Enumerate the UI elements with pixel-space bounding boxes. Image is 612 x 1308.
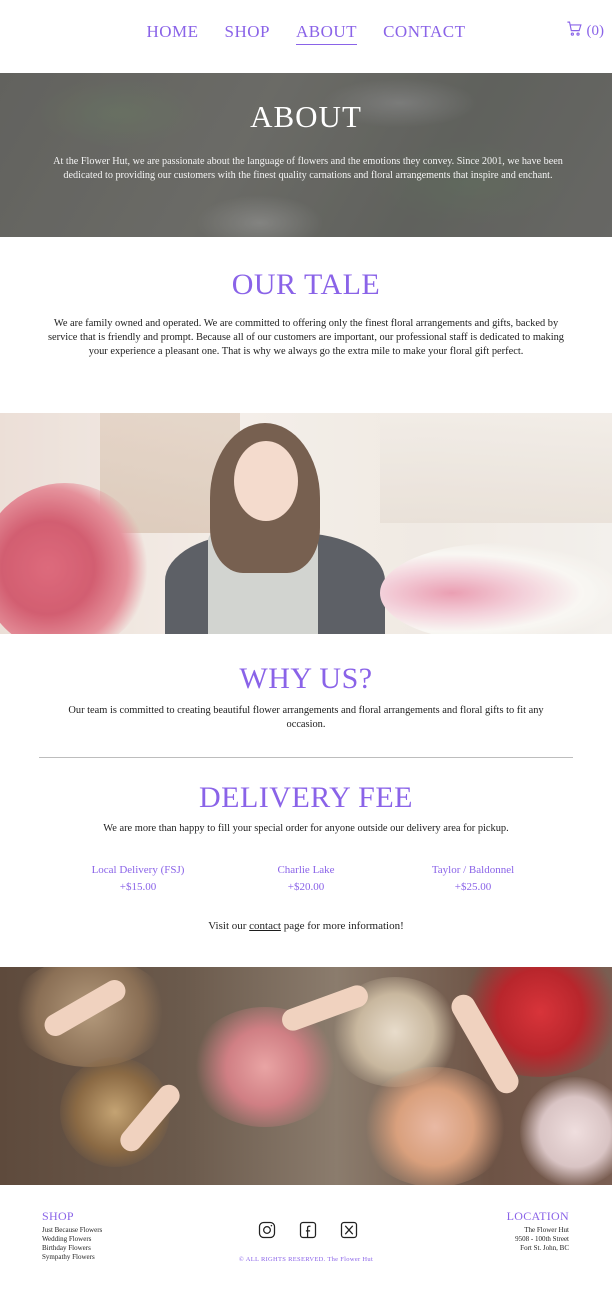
- hero-banner: ABOUT At the Flower Hut, we are passiona…: [0, 73, 612, 237]
- footer-link-birthday[interactable]: Birthday Flowers: [42, 1244, 102, 1253]
- cart-icon: [566, 20, 583, 42]
- fee-local: Local Delivery (FSJ) +$15.00: [48, 862, 228, 896]
- tale-title: OUR TALE: [231, 268, 381, 301]
- footer-shop-title: SHOP: [42, 1209, 74, 1223]
- footer-link-just-because[interactable]: Just Because Flowers: [42, 1226, 102, 1235]
- fee-price: +$20.00: [287, 881, 325, 893]
- address-line-name: The Flower Hut: [524, 1226, 569, 1234]
- visit-text-after: page for more information!: [280, 920, 404, 932]
- nav-link-about[interactable]: ABOUT: [296, 22, 358, 45]
- copyright-text: © ALL RIGHTS RESERVED. The Flower Hut: [238, 1256, 374, 1263]
- instagram-icon[interactable]: [257, 1220, 277, 1240]
- address-line-street: 9508 - 100th Street: [515, 1235, 569, 1243]
- fee-area: Taylor / Baldonnel: [431, 864, 515, 876]
- fee-price: +$25.00: [454, 881, 492, 893]
- footer-address: The Flower Hut 9508 - 100th Street Fort …: [515, 1226, 569, 1253]
- why-text: Our team is committed to creating beauti…: [68, 705, 544, 730]
- florist-photo: [0, 413, 612, 634]
- contact-link[interactable]: contact: [249, 920, 281, 932]
- fee-taylor: Taylor / Baldonnel +$25.00: [383, 862, 563, 896]
- delivery-title: DELIVERY FEE: [198, 781, 414, 814]
- footer: SHOP Just Because Flowers Wedding Flower…: [0, 1186, 612, 1308]
- why-title: WHY US?: [239, 662, 373, 695]
- visit-contact-text: Visit our contact page for more informat…: [0, 920, 612, 932]
- fee-area: Local Delivery (FSJ): [91, 864, 185, 876]
- delivery-fees: Local Delivery (FSJ) +$15.00 Charlie Lak…: [0, 862, 612, 902]
- cart-count: (0): [586, 22, 605, 39]
- facebook-icon[interactable]: [298, 1220, 318, 1240]
- dried-flowers-photo: [0, 967, 612, 1185]
- nav-links: HOME SHOP ABOUT CONTACT: [0, 22, 612, 45]
- hero-title: ABOUT: [250, 99, 362, 134]
- top-navigation: HOME SHOP ABOUT CONTACT (0): [0, 0, 612, 72]
- nav-link-shop[interactable]: SHOP: [225, 22, 270, 45]
- delivery-text: We are more than happy to fill your spec…: [103, 823, 509, 834]
- nav-link-home[interactable]: HOME: [146, 22, 198, 45]
- tale-text: We are family owned and operated. We are…: [47, 318, 564, 357]
- social-links: [257, 1220, 359, 1240]
- address-line-city: Fort St. John, BC: [520, 1244, 569, 1252]
- footer-location-title: LOCATION: [506, 1209, 569, 1223]
- fee-area: Charlie Lake: [277, 864, 335, 876]
- nav-link-contact[interactable]: CONTACT: [383, 22, 465, 45]
- hero-text: At the Flower Hut, we are passionate abo…: [53, 156, 563, 181]
- section-divider: [39, 757, 573, 758]
- x-icon[interactable]: [339, 1220, 359, 1240]
- fee-price: +$15.00: [119, 881, 157, 893]
- cart-button[interactable]: (0): [566, 20, 605, 42]
- visit-text-before: Visit our: [208, 920, 250, 932]
- footer-link-wedding[interactable]: Wedding Flowers: [42, 1235, 102, 1244]
- fee-charlie-lake: Charlie Lake +$20.00: [216, 862, 396, 896]
